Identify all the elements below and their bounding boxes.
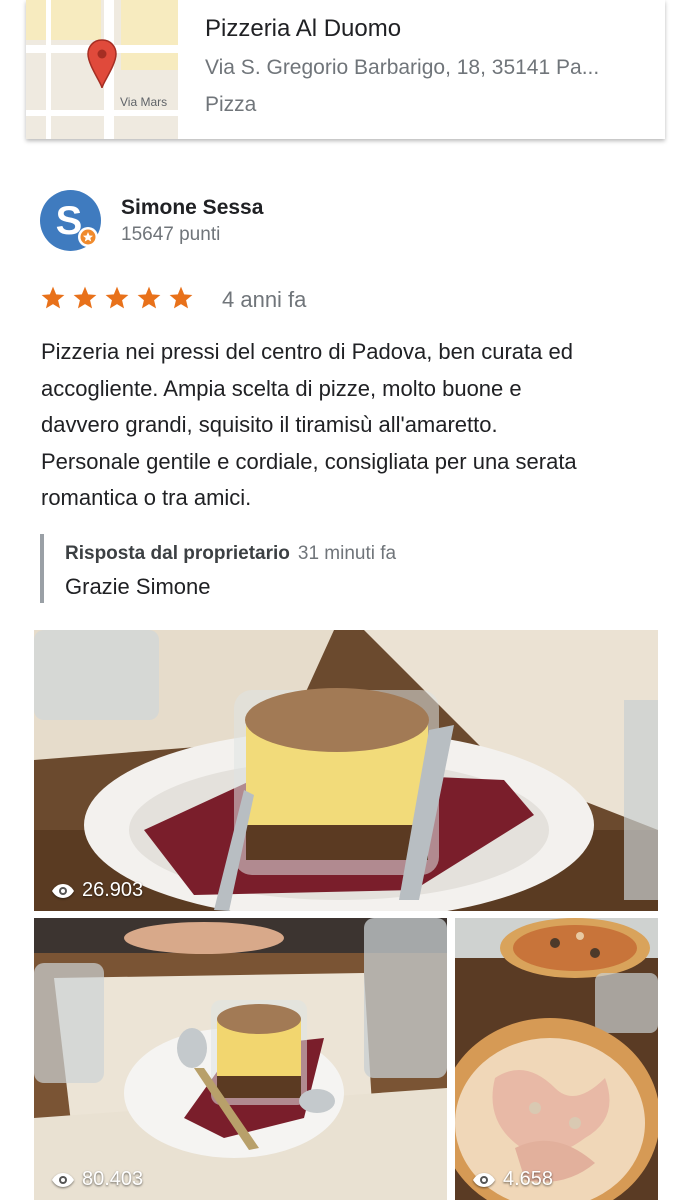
star-icon (41, 286, 65, 309)
owner-reply-text: Grazie Simone (65, 574, 211, 599)
photo-tiramisu-glass (34, 630, 658, 911)
review-photo[interactable]: 4.658 (455, 918, 658, 1200)
review-text: Pizzeria nei pressi del centro di Padova… (41, 334, 661, 517)
review-text-line: romantica o tra amici. (41, 485, 252, 510)
review-text-line: Personale gentile e cordiale, consigliat… (41, 448, 577, 474)
avatar[interactable]: S (40, 190, 101, 251)
place-card[interactable]: Via Mars Pizzeria Al Duomo Via S. Gregor… (26, 0, 665, 139)
place-address: Via S. Gregorio Barbarigo, 18, 35141 Pa.… (205, 56, 600, 79)
view-count-value: 26.903 (82, 879, 144, 901)
star-icon (105, 286, 129, 309)
map-block (26, 0, 101, 40)
photo-pizzas (455, 918, 658, 1200)
owner-reply-time: 31 minuti fa (297, 543, 397, 564)
review-age: 4 anni fa (222, 287, 307, 312)
photo-tiramisu-table (34, 918, 447, 1200)
owner-reply-title: Risposta dal proprietario (65, 543, 290, 564)
eye-icon (473, 1172, 495, 1187)
eye-icon (52, 883, 74, 898)
view-count-value: 4.658 (503, 1168, 554, 1190)
avatar-image: S (40, 190, 101, 251)
eye-icon (52, 1172, 74, 1187)
reviewer-points: 15647 punti (121, 224, 221, 245)
view-count: 80.403 (52, 1168, 143, 1191)
map-pin-icon (87, 39, 117, 89)
view-count: 4.658 (473, 1168, 553, 1191)
review-text-line: Pizzeria nei pressi del centro di Padova… (41, 339, 573, 364)
place-info: Pizzeria Al Duomo Via S. Gregorio Barbar… (205, 14, 645, 120)
review-text-line: accogliente. Ampia scelta di pizze, molt… (41, 375, 522, 401)
owner-reply: Risposta dal proprietario 31 minuti fa Gr… (40, 534, 396, 603)
map-thumbnail[interactable]: Via Mars (26, 0, 178, 139)
star-rating (40, 285, 194, 311)
review-photo[interactable]: 80.403 (34, 918, 447, 1200)
map-block (121, 0, 178, 70)
star-icon (73, 286, 97, 309)
star-icon (137, 286, 161, 309)
review-photo[interactable]: 26.903 (34, 630, 658, 911)
view-count-value: 80.403 (82, 1168, 144, 1190)
review-text-line: davvero grandi, squisito il tiramisù all… (41, 412, 498, 437)
view-count: 26.903 (52, 879, 143, 902)
owner-reply-header: Risposta dal proprietario 31 minuti fa (65, 541, 396, 567)
star-icon (169, 286, 193, 309)
map-road (46, 0, 51, 139)
reviewer-name[interactable]: Simone Sessa (121, 196, 263, 220)
place-category: Pizza (205, 93, 257, 116)
place-name[interactable]: Pizzeria Al Duomo (205, 14, 645, 44)
map-street-label: Via Mars (120, 95, 168, 109)
